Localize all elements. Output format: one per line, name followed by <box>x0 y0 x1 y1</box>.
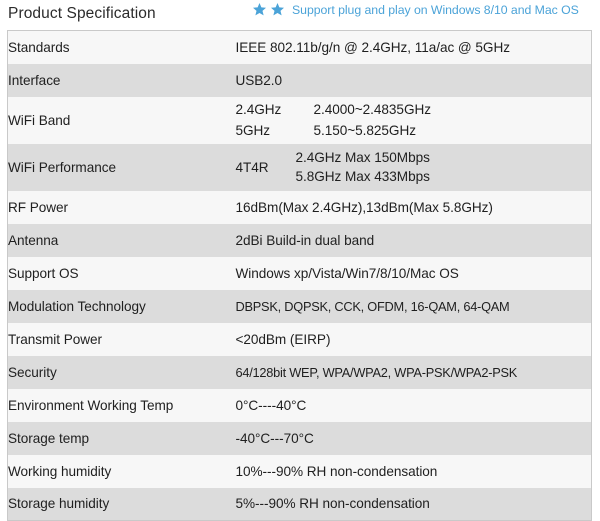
table-row: Support OS Windows xp/Vista/Win7/8/10/Ma… <box>7 256 592 290</box>
spec-label: Antenna <box>8 232 59 248</box>
spec-value: 64/128bit WEP, WPA/WPA2, WPA-PSK/WPA2-PS… <box>235 364 518 380</box>
wifi-performance-rate: 2.4GHz Max 150Mbps <box>295 149 430 165</box>
compatibility-note: Support plug and play on Windows 8/10 an… <box>252 2 579 17</box>
table-row: Interface USB2.0 <box>7 63 592 97</box>
spec-value: <20dBm (EIRP) <box>235 331 331 347</box>
wifi-performance-grid: 4T4R 2.4GHz Max 150Mbps 5.8GHz Max 433Mb… <box>236 148 592 187</box>
wifi-band-key: 2.4GHz <box>235 102 282 118</box>
spec-label: Storage temp <box>8 430 90 446</box>
spec-value: 16dBm(Max 2.4GHz),13dBm(Max 5.8GHz) <box>235 199 493 215</box>
spec-label: Security <box>8 364 57 380</box>
spec-value: DBPSK, DQPSK, CCK, OFDM, 16-QAM, 64-QAM <box>235 298 510 314</box>
spec-value: Windows xp/Vista/Win7/8/10/Mac OS <box>235 265 459 281</box>
wifi-performance-rates: 2.4GHz Max 150Mbps 5.8GHz Max 433Mbps <box>296 148 430 187</box>
spec-label: WiFi Band <box>8 112 71 128</box>
spec-label: WiFi Performance <box>8 159 116 175</box>
table-row: Transmit Power <20dBm (EIRP) <box>7 322 592 356</box>
spec-value: 2.4GHz 2.4000~2.4835GHz 5GHz 5.150~5.825… <box>236 97 592 144</box>
spec-value: 4T4R 2.4GHz Max 150Mbps 5.8GHz Max 433Mb… <box>236 144 592 191</box>
wifi-performance-antenna-config: 4T4R <box>235 159 269 175</box>
spec-value: 2dBi Build-in dual band <box>235 232 375 248</box>
star-icon <box>270 2 285 17</box>
compatibility-note-text: Support plug and play on Windows 8/10 an… <box>292 2 579 17</box>
spec-label: RF Power <box>8 199 69 215</box>
spec-label: Modulation Technology <box>8 298 146 314</box>
spec-label: Standards <box>8 39 70 55</box>
table-row: Antenna 2dBi Build-in dual band <box>7 223 592 257</box>
table-row: Modulation Technology DBPSK, DQPSK, CCK,… <box>7 289 592 323</box>
table-row: Storage humidity 5%---90% RH non-condens… <box>7 487 592 521</box>
table-row: Standards IEEE 802.11b/g/n @ 2.4GHz, 11a… <box>7 30 592 64</box>
spec-value: IEEE 802.11b/g/n @ 2.4GHz, 11a/ac @ 5GHz <box>235 39 511 55</box>
table-row: Security 64/128bit WEP, WPA/WPA2, WPA-PS… <box>7 355 592 389</box>
star-icon <box>252 2 267 17</box>
spec-label: Interface <box>8 72 61 88</box>
table-row: RF Power 16dBm(Max 2.4GHz),13dBm(Max 5.8… <box>7 190 592 224</box>
spec-label: Transmit Power <box>8 331 102 347</box>
table-row: WiFi Performance 4T4R 2.4GHz Max 150Mbps… <box>7 143 592 191</box>
page-title: Product Specification <box>8 5 156 22</box>
spec-value: 5%---90% RH non-condensation <box>235 496 430 512</box>
page-header: Product Specification Support plug and p… <box>0 0 600 28</box>
spec-label: Support OS <box>8 265 79 281</box>
spec-label: Environment Working Temp <box>8 397 174 413</box>
spec-value: 10%---90% RH non-condensation <box>235 463 438 479</box>
table-row: WiFi Band 2.4GHz 2.4000~2.4835GHz 5GHz 5… <box>7 96 592 144</box>
spec-value: 0°C----40°C <box>235 397 307 413</box>
spec-label: Storage humidity <box>8 496 110 512</box>
spec-value: USB2.0 <box>235 72 283 88</box>
spec-value: -40°C---70°C <box>235 430 314 446</box>
wifi-band-range: 2.4000~2.4835GHz <box>313 102 432 118</box>
wifi-band-grid: 2.4GHz 2.4000~2.4835GHz 5GHz 5.150~5.825… <box>236 100 592 140</box>
table-row: Working humidity 10%---90% RH non-conden… <box>7 454 592 488</box>
wifi-band-key: 5GHz <box>235 122 271 138</box>
wifi-performance-rate: 5.8GHz Max 433Mbps <box>295 169 430 184</box>
product-specification-table: Standards IEEE 802.11b/g/n @ 2.4GHz, 11a… <box>7 30 592 521</box>
table-row: Storage temp -40°C---70°C <box>7 421 592 455</box>
spec-label: Working humidity <box>8 463 112 479</box>
table-row: Environment Working Temp 0°C----40°C <box>7 388 592 422</box>
wifi-band-range: 5.150~5.825GHz <box>313 122 417 138</box>
